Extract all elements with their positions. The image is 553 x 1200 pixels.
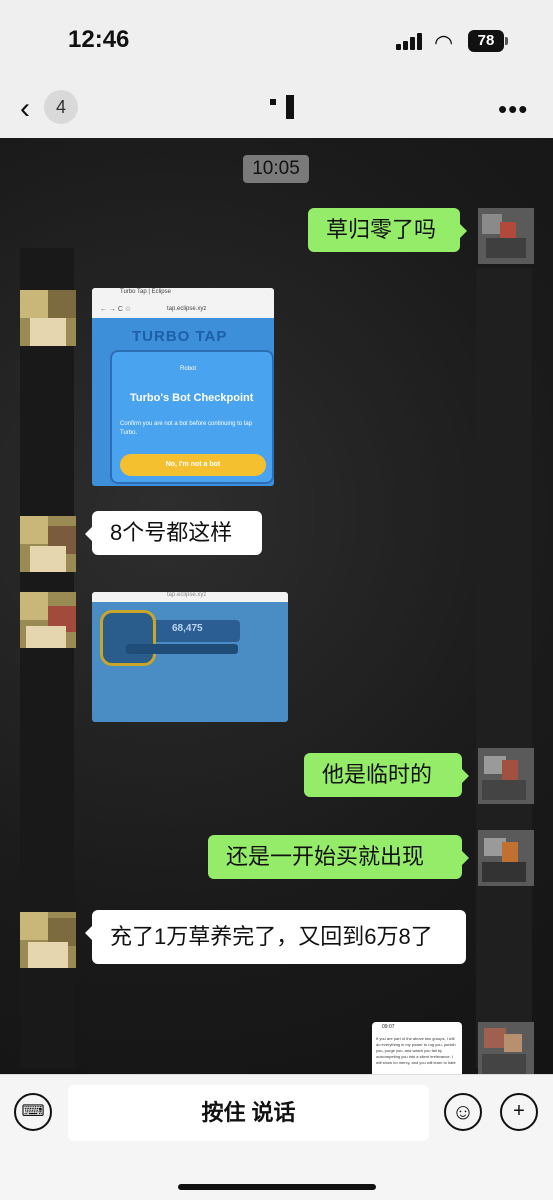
progress-bar (126, 644, 238, 654)
browser-nav: ← → C ☆ (100, 306, 132, 313)
my-avatar[interactable] (478, 830, 534, 886)
not-a-bot-button: No, I'm not a bot (120, 454, 266, 476)
checkpoint-card: Robot Turbo's Bot Checkpoint Confirm you… (110, 350, 274, 484)
checkpoint-title: Turbo's Bot Checkpoint (130, 392, 254, 404)
status-time: 12:46 (68, 26, 130, 53)
emoji-icon[interactable]: ☺ (444, 1093, 482, 1131)
battery-icon: 78 (468, 30, 508, 52)
contact-avatar[interactable] (20, 290, 76, 346)
keyboard-icon[interactable]: ⌨ (14, 1093, 52, 1131)
contact-avatar[interactable] (20, 912, 76, 968)
more-options-button[interactable]: ••• (498, 94, 528, 125)
back-button[interactable]: ‹ 4 (20, 90, 80, 126)
top-bar: 12:46 ◠ 78 ‹ 4 ••• (0, 0, 553, 138)
game-logo: TURBO TAP (132, 328, 228, 345)
my-avatar[interactable] (478, 208, 534, 264)
robot-label: Robot (180, 366, 197, 372)
balance-value: 68,475 (172, 623, 203, 634)
message-bubble-sent[interactable]: 还是一开始买就出现 (208, 835, 469, 879)
message-bubble-sent[interactable]: 他是临时的 (304, 753, 469, 797)
contact-avatar[interactable] (20, 592, 76, 648)
my-avatar[interactable] (478, 1022, 534, 1074)
hold-to-talk-button[interactable]: 按住 说话 (68, 1085, 429, 1141)
chevron-left-icon: ‹ (20, 92, 30, 125)
shared-image-notice[interactable]: 09:07 If you are part of the above two g… (372, 1022, 462, 1074)
message-bubble-received[interactable]: 充了1万草养完了，又回到6万8了 (85, 910, 466, 964)
more-functions-icon[interactable]: + (500, 1093, 538, 1131)
message-timestamp: 10:05 (243, 155, 309, 183)
unread-count-badge: 4 (44, 90, 78, 124)
redacted-strip (476, 268, 532, 1068)
battery-level: 78 (477, 32, 495, 49)
shared-image-balance[interactable]: tap.eclipse.xyz 68,475 (92, 592, 288, 722)
notice-text: If you are part of the above two groups,… (376, 1036, 456, 1065)
input-bar: ⌨ 按住 说话 ☺ + (0, 1074, 553, 1200)
shared-image-checkpoint[interactable]: Turbo Tap | Eclipse ← → C ☆ tap.eclipse.… (92, 288, 274, 486)
chat-area[interactable]: 10:05 草归零了吗 Turbo Tap | Eclipse ← → C ☆ … (0, 138, 553, 1074)
browser-url: tap.eclipse.xyz (167, 306, 207, 312)
message-bubble-received[interactable]: 8个号都这样 (85, 511, 262, 555)
contact-avatar[interactable] (20, 516, 76, 572)
hexagon-icon (100, 610, 156, 666)
notice-time: 09:07 (382, 1024, 395, 1030)
message-bubble-sent[interactable]: 草归零了吗 (308, 208, 467, 252)
my-avatar[interactable] (478, 748, 534, 804)
checkpoint-desc: Confirm you are not a bot before continu… (120, 421, 253, 436)
chat-title-redacted (270, 95, 300, 125)
home-indicator (178, 1184, 376, 1190)
cellular-signal-icon (396, 32, 426, 50)
browser-tab-title: Turbo Tap | Eclipse (120, 289, 171, 295)
wifi-icon: ◠ (434, 30, 454, 55)
browser-url: tap.eclipse.xyz (167, 592, 207, 598)
